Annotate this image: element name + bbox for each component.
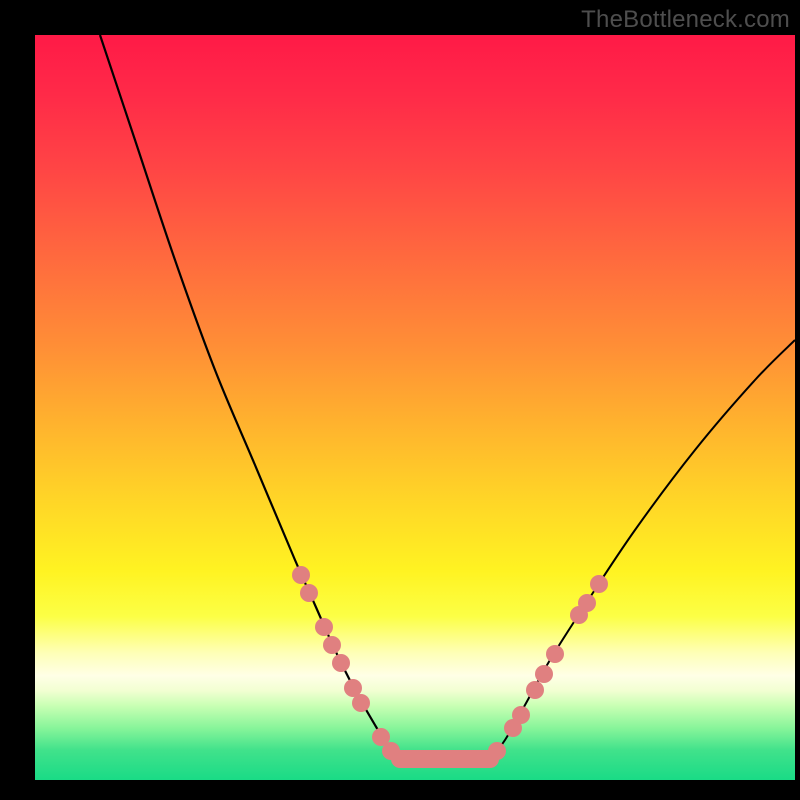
- marker-dot-left: [352, 694, 370, 712]
- curves-svg: [35, 35, 795, 780]
- left-curve: [100, 35, 400, 759]
- marker-dot-left: [382, 742, 400, 760]
- watermark-label: TheBottleneck.com: [581, 6, 790, 34]
- marker-dot-right: [535, 665, 553, 683]
- marker-dot-left: [300, 584, 318, 602]
- marker-dot-left: [323, 636, 341, 654]
- marker-dot-right: [488, 742, 506, 760]
- marker-dot-right: [578, 594, 596, 612]
- marker-dot-right: [590, 575, 608, 593]
- marker-dot-left: [332, 654, 350, 672]
- marker-dot-left: [292, 566, 310, 584]
- marker-dot-left: [315, 618, 333, 636]
- plot-area: [35, 35, 795, 780]
- marker-dot-right: [512, 706, 530, 724]
- marker-dot-right: [526, 681, 544, 699]
- marker-dot-right: [546, 645, 564, 663]
- chart-frame: TheBottleneck.com: [0, 0, 800, 800]
